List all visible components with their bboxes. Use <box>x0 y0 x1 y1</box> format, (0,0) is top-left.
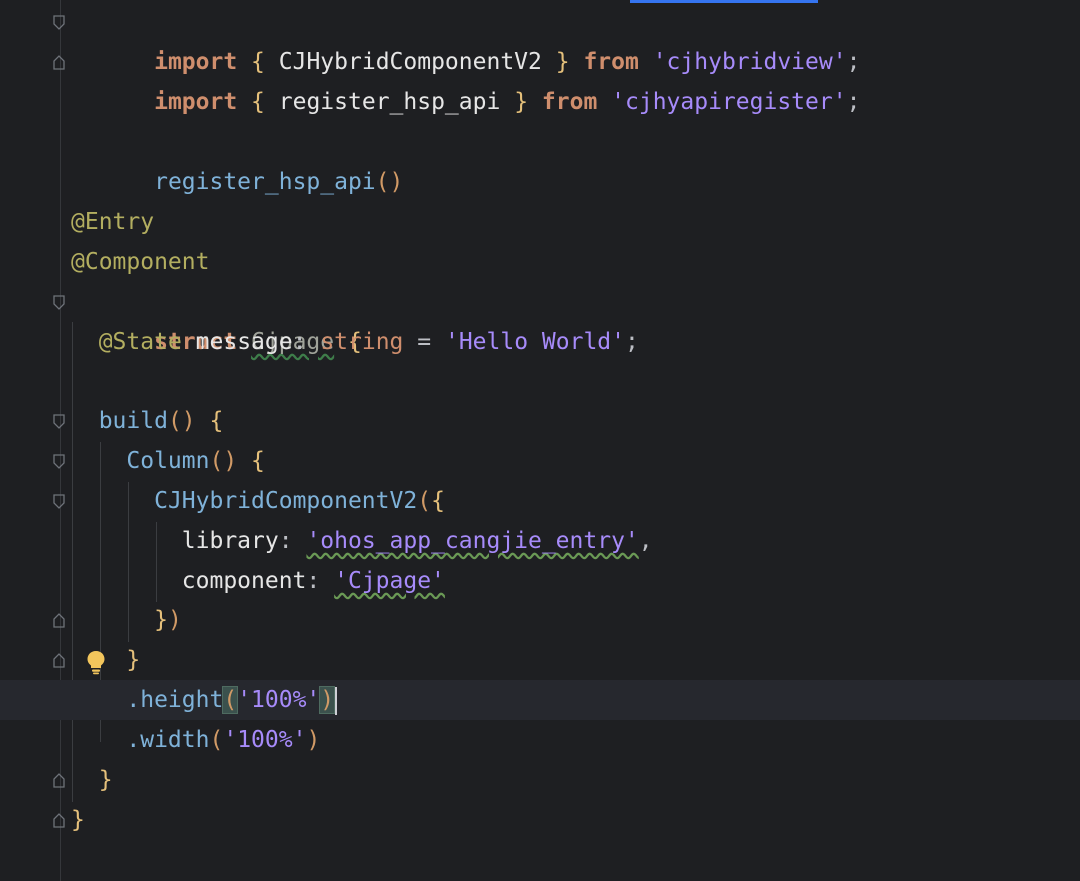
paren: ( <box>209 727 224 753</box>
code-line-15[interactable]: component: 'Cjpage' <box>0 561 1080 601</box>
component-hybrid: CJHybridComponentV2 <box>154 488 418 514</box>
code-line-8[interactable]: struct Cjpage { <box>0 282 1080 355</box>
code-line-17[interactable]: } <box>0 640 1080 680</box>
fold-marker-icon[interactable] <box>53 494 65 509</box>
string-height-value: '100%' <box>237 687 321 713</box>
brace: { <box>251 89 265 115</box>
text-caret <box>335 686 338 715</box>
prop-library: library <box>181 528 279 554</box>
field-name: message <box>195 329 293 355</box>
method-height: .height <box>126 687 224 713</box>
string-library-value: 'ohos_app_cangjie_entry' <box>306 528 639 554</box>
brace: } <box>514 89 529 115</box>
code-line-20[interactable]: } <box>0 760 1080 800</box>
brace: } <box>98 767 113 793</box>
keyword-import: import <box>154 89 238 115</box>
comma: , <box>638 528 653 554</box>
fold-marker-icon[interactable] <box>53 15 65 30</box>
method-build: build <box>98 408 168 434</box>
imported-symbol: register_hsp_api <box>278 89 501 115</box>
code-line-19[interactable]: .width('100%') <box>0 720 1080 760</box>
brace: { <box>251 448 265 474</box>
brace: } <box>126 647 141 673</box>
fold-marker-icon[interactable] <box>53 414 65 429</box>
decorator-entry: @Entry <box>71 209 155 235</box>
paren-matched: ( <box>222 686 239 714</box>
brace: { <box>431 488 445 514</box>
semicolon: ; <box>625 329 639 355</box>
code-line-4[interactable]: register_hsp_api() <box>0 122 1080 195</box>
paren: ( <box>417 488 432 514</box>
fold-marker-icon[interactable] <box>53 813 65 828</box>
code-line-9[interactable]: @State message: string = 'Hello World'; <box>0 322 1080 362</box>
parens: () <box>167 408 196 434</box>
fold-marker-icon[interactable] <box>53 613 65 628</box>
parens: () <box>375 169 404 195</box>
decorator-state: @State <box>98 329 182 355</box>
brace: } <box>71 807 85 833</box>
brace: { <box>209 408 224 434</box>
fold-marker-icon[interactable] <box>53 55 65 70</box>
module-string: 'cjhyapiregister' <box>611 89 847 115</box>
code-line-2[interactable]: import { register_hsp_api } from 'cjhyap… <box>0 42 1080 115</box>
string-literal: 'Hello World' <box>444 329 625 355</box>
code-line-14[interactable]: library: 'ohos_app_cangjie_entry', <box>0 521 1080 561</box>
code-line-1[interactable]: import { CJHybridComponentV2 } from 'cjh… <box>0 2 1080 75</box>
fold-marker-icon[interactable] <box>53 295 65 310</box>
code-line-11[interactable]: build() { <box>0 401 1080 441</box>
paren: ) <box>167 607 182 633</box>
code-line-12[interactable]: Column() { <box>0 441 1080 481</box>
fold-marker-icon[interactable] <box>53 773 65 788</box>
fold-marker-icon[interactable] <box>53 454 65 469</box>
fold-marker-icon[interactable] <box>53 653 65 668</box>
function-call: register_hsp_api <box>154 169 376 195</box>
semicolon: ; <box>846 89 861 115</box>
paren: ) <box>306 727 321 753</box>
brace: } <box>154 607 168 633</box>
colon: : <box>278 528 293 554</box>
code-editor[interactable]: import { CJHybridComponentV2 } from 'cjh… <box>0 0 1080 881</box>
colon: : <box>292 329 307 355</box>
parens: () <box>209 448 238 474</box>
prop-component: component <box>181 568 307 594</box>
string-width-value: '100%' <box>223 727 307 753</box>
code-line-6[interactable]: @Entry <box>0 202 1080 242</box>
keyword-from: from <box>541 89 598 115</box>
decorator-component: @Component <box>71 249 210 275</box>
colon: : <box>306 568 321 594</box>
code-line-13[interactable]: CJHybridComponentV2({ <box>0 481 1080 521</box>
code-line-7[interactable]: @Component <box>0 242 1080 282</box>
type-string: string <box>320 329 404 355</box>
method-width: .width <box>126 727 210 753</box>
code-line-18-current[interactable]: .height('100%') <box>0 680 1080 720</box>
string-component-value: 'Cjpage' <box>334 568 445 594</box>
equals: = <box>417 329 432 355</box>
code-line-21[interactable]: } <box>0 800 1080 840</box>
component-column: Column <box>126 448 210 474</box>
paren-matched: ) <box>319 686 336 714</box>
code-line-16[interactable]: }) <box>0 600 1080 640</box>
